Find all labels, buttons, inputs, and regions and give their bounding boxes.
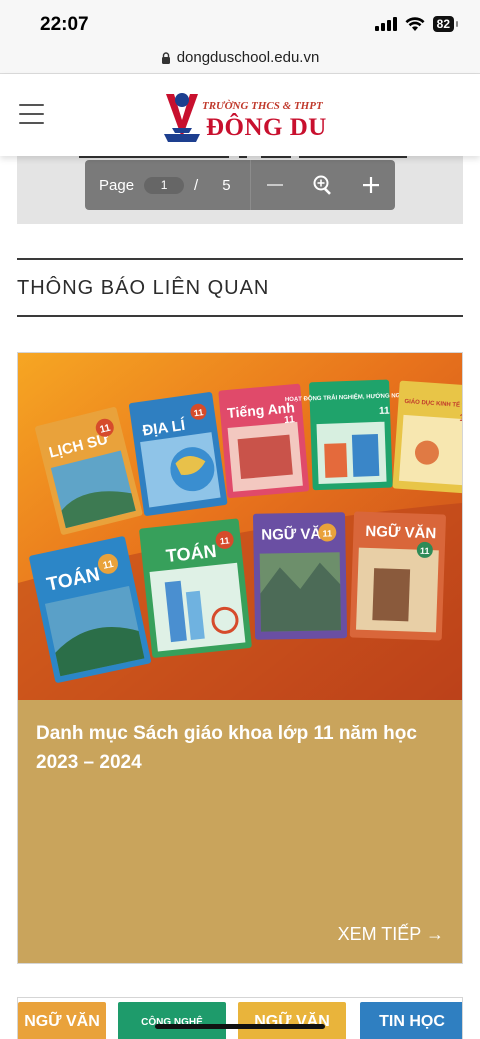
zoom-controls (251, 160, 395, 210)
section-top-rule (17, 258, 463, 260)
book-dia-li: ĐỊA LÍ 11 (129, 392, 228, 516)
book-giao-duc-kinh-te: GIÁO DỤC KINH TẾ và PHÁP LUẬT 11 (392, 380, 462, 494)
card-title[interactable]: Danh mục Sách giáo khoa lớp 11 năm học 2… (36, 719, 436, 777)
read-more-link[interactable]: XEM TIẾP → (338, 924, 444, 945)
home-indicator[interactable] (155, 1024, 325, 1029)
logo-school-type: TRƯỜNG THCS & THPT (202, 100, 323, 112)
site-header: TRƯỜNG THCS & THPT ĐÔNG DU (0, 74, 480, 156)
signal-icon (374, 17, 397, 31)
school-logo[interactable]: TRƯỜNG THCS & THPT ĐÔNG DU (160, 84, 340, 146)
section-title: THÔNG BÁO LIÊN QUAN (17, 277, 270, 299)
url-text: dongduschool.edu.vn (176, 49, 320, 66)
news-card[interactable]: LỊCH SỬ 11 ĐỊA LÍ 11 Tiếng Anh 11 HOẠT Đ… (17, 352, 463, 964)
zoom-in-button[interactable] (356, 170, 386, 200)
wifi-icon (405, 16, 425, 31)
hamburger-menu-icon[interactable] (19, 104, 44, 124)
status-icons: 82 (374, 16, 459, 32)
peek-book-1: NGỮ VĂN (18, 1002, 106, 1039)
magnifier-icon (313, 175, 331, 195)
peek-book-2: CÔNG NGHỆ (118, 1002, 226, 1039)
peek-book-title: NGỮ VĂN (24, 1013, 100, 1030)
zoom-reset-button[interactable] (308, 170, 338, 200)
book-grade: 11 (219, 535, 230, 546)
battery-indicator: 82 (432, 16, 459, 32)
card-image[interactable]: LỊCH SỬ 11 ĐỊA LÍ 11 Tiếng Anh 11 HOẠT Đ… (18, 353, 462, 700)
minus-icon (267, 184, 283, 186)
url-bar[interactable]: dongduschool.edu.vn (0, 42, 480, 74)
book-grade: 11 (379, 406, 390, 417)
page-navigator: Page 1 / 5 (85, 160, 251, 210)
plus-icon (363, 177, 379, 193)
logo-school-name: ĐÔNG DU (206, 114, 327, 141)
book-grade: 11 (459, 413, 462, 425)
book-grade: 11 (284, 414, 296, 426)
section-bottom-rule (17, 315, 463, 317)
book-toan-2: TOÁN 11 (139, 518, 252, 658)
peek-book-3: NGỮ VĂN (238, 1002, 346, 1039)
page: 22:07 82 dongduschool.edu.vn TRƯỜNG THCS… (0, 0, 480, 1039)
status-bar: 22:07 82 (0, 0, 480, 42)
book-title: NGỮ VĂN (365, 522, 436, 542)
peek-book-title: TIN HỌC (379, 1013, 445, 1030)
next-card-row[interactable]: NGỮ VĂN CÔNG NGHỆ NGỮ VĂN TIN HỌC (17, 997, 463, 1039)
peek-book-4: TIN HỌC (360, 1002, 462, 1039)
textbooks-illustration: LỊCH SỬ 11 ĐỊA LÍ 11 Tiếng Anh 11 HOẠT Đ… (18, 353, 462, 700)
book-grade: 11 (420, 546, 430, 556)
lock-icon (161, 51, 170, 64)
page-number-input[interactable]: 1 (144, 176, 185, 194)
page-separator: / (194, 176, 199, 194)
book-grade: 11 (193, 407, 204, 418)
status-time: 22:07 (40, 14, 89, 35)
book-ngu-van-1: NGỮ VĂN 11 (253, 512, 348, 640)
book-grade: 11 (322, 528, 332, 538)
book-ngu-van-2: NGỮ VĂN 11 (349, 511, 446, 641)
pdf-toolbar: Page 1 / 5 (85, 160, 395, 210)
page-total: 5 (222, 176, 231, 194)
zoom-out-button[interactable] (260, 170, 290, 200)
page-label: Page (99, 176, 135, 194)
logo-emblem-icon (164, 93, 200, 142)
pdf-viewer[interactable]: Page 1 / 5 (17, 156, 463, 224)
